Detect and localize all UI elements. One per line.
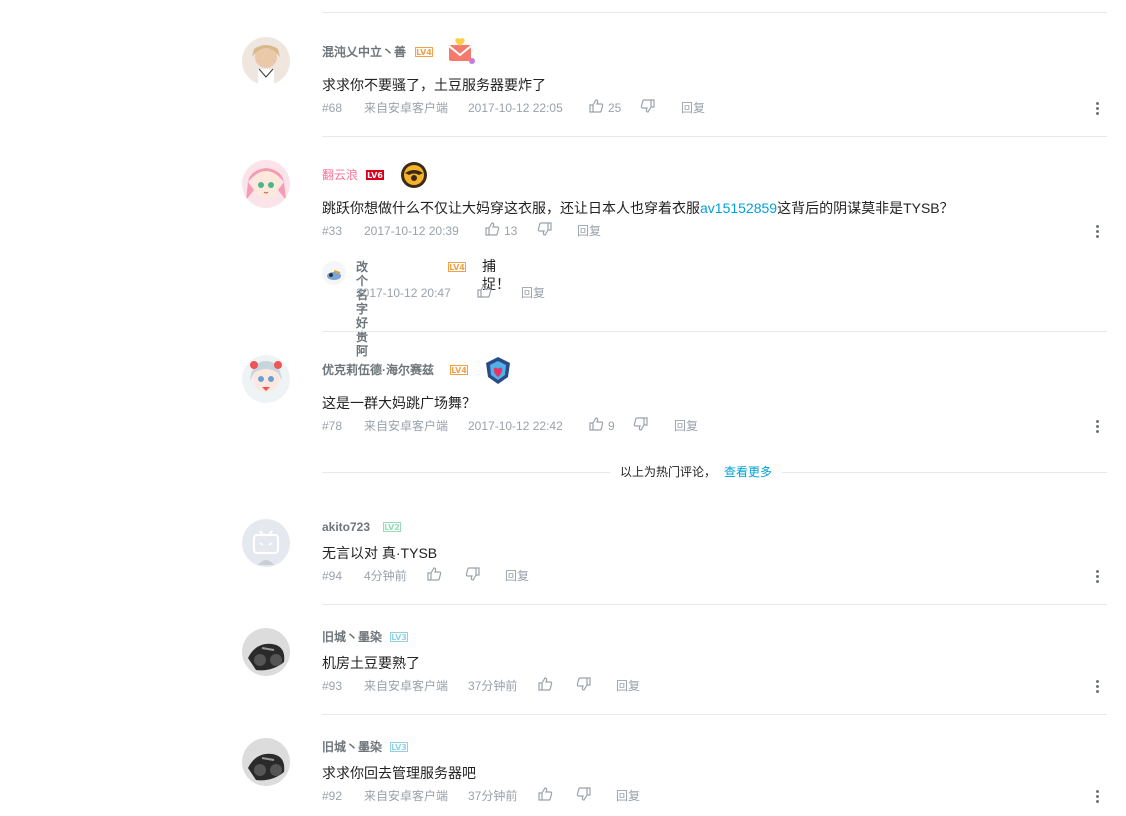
- reply-button[interactable]: 回复: [577, 224, 601, 238]
- timestamp: 2017-10-12 20:39: [364, 224, 459, 238]
- source-label: 来自安卓客户端: [364, 679, 449, 693]
- source-label: 来自安卓客户端: [364, 101, 449, 115]
- more-options-icon[interactable]: [1096, 102, 1100, 116]
- like-icon[interactable]: [426, 566, 442, 582]
- timestamp: 2017-10-12 20:47: [356, 286, 451, 300]
- username[interactable]: 优克莉伍德·海尔赛兹: [322, 363, 434, 377]
- reply-avatar[interactable]: [322, 261, 346, 285]
- level-badge: LV3: [390, 742, 408, 752]
- like-icon[interactable]: [537, 786, 553, 802]
- like-icon[interactable]: [588, 416, 604, 432]
- more-options-icon[interactable]: [1096, 570, 1100, 584]
- top-divider: [322, 12, 1107, 13]
- timestamp: 4分钟前: [364, 569, 407, 583]
- username[interactable]: 旧城丶墨染: [322, 740, 382, 754]
- username[interactable]: akito723: [322, 520, 370, 534]
- reply-button[interactable]: 回复: [616, 679, 640, 693]
- dislike-icon[interactable]: [576, 786, 592, 802]
- floor-number: #78: [322, 419, 343, 433]
- comment-text: 这是一群大妈跳广场舞？: [322, 395, 476, 411]
- level-badge: LV4: [448, 262, 466, 272]
- level-badge: LV4: [450, 365, 468, 375]
- floor-number: #92: [322, 789, 343, 803]
- reply-username[interactable]: 改个名字好贵阿: [356, 260, 368, 358]
- avatar[interactable]: [242, 738, 290, 786]
- avatar[interactable]: [242, 37, 290, 85]
- reply-button[interactable]: 回复: [521, 286, 545, 300]
- divider: [322, 136, 1107, 137]
- like-count: 9: [608, 419, 615, 433]
- like-count: 25: [608, 101, 622, 115]
- floor-number: #33: [322, 224, 343, 238]
- like-icon[interactable]: [537, 676, 553, 692]
- avatar[interactable]: [242, 160, 290, 208]
- more-options-icon[interactable]: [1096, 225, 1100, 239]
- dislike-icon[interactable]: [640, 98, 656, 114]
- avatar[interactable]: [242, 355, 290, 403]
- username[interactable]: 旧城丶墨染: [322, 630, 382, 644]
- avatar[interactable]: [242, 628, 290, 676]
- level-badge: LV6: [366, 170, 384, 180]
- comment-text: 机房土豆要熟了: [322, 655, 420, 671]
- divider: [322, 604, 1107, 605]
- dislike-icon[interactable]: [576, 676, 592, 692]
- like-icon[interactable]: [484, 221, 500, 237]
- comment-text: 无言以对 真·TYSB: [322, 545, 438, 561]
- avatar[interactable]: [242, 519, 290, 567]
- more-options-icon[interactable]: [1096, 790, 1100, 804]
- floor-number: #93: [322, 679, 343, 693]
- level-badge: LV4: [415, 47, 433, 57]
- fan-badge-icon: [401, 162, 427, 188]
- reply-button[interactable]: 回复: [505, 569, 529, 583]
- like-icon[interactable]: [476, 283, 492, 299]
- dislike-icon[interactable]: [465, 566, 481, 582]
- comment-text: 求求你回去管理服务器吧: [322, 765, 476, 781]
- timestamp: 37分钟前: [468, 789, 518, 803]
- username[interactable]: 翻云浪: [322, 168, 358, 182]
- more-options-icon[interactable]: [1096, 420, 1100, 434]
- comment-text: 跳跃你想做什么不仅让大妈穿这衣服，还让日本人也穿着衣服av15152859这背后…: [322, 200, 954, 216]
- fan-badge-icon: [448, 38, 475, 64]
- dislike-icon[interactable]: [537, 221, 553, 237]
- comment-text: 求求你不要骚了，土豆服务器要炸了: [322, 77, 546, 93]
- source-label: 来自安卓客户端: [364, 419, 449, 433]
- timestamp: 2017-10-12 22:05: [468, 101, 563, 115]
- like-icon[interactable]: [588, 98, 604, 114]
- level-badge: LV2: [383, 522, 401, 532]
- more-options-icon[interactable]: [1096, 680, 1100, 694]
- username[interactable]: 混沌乂中立丶善: [322, 45, 406, 59]
- source-label: 来自安卓客户端: [364, 789, 449, 803]
- hot-comments-label: 以上为热门评论， 查看更多: [610, 465, 783, 479]
- video-link[interactable]: av15152859: [700, 200, 777, 216]
- dislike-icon[interactable]: [633, 416, 649, 432]
- floor-number: #68: [322, 101, 343, 115]
- reply-button[interactable]: 回复: [674, 419, 698, 433]
- reply-button[interactable]: 回复: [681, 101, 705, 115]
- floor-number: #94: [322, 569, 343, 583]
- reply-button[interactable]: 回复: [616, 789, 640, 803]
- timestamp: 37分钟前: [468, 679, 518, 693]
- timestamp: 2017-10-12 22:42: [468, 419, 563, 433]
- divider: [322, 331, 1107, 332]
- level-badge: LV3: [390, 632, 408, 642]
- like-count: 13: [504, 224, 518, 238]
- fan-badge-icon: [486, 357, 510, 384]
- divider: [322, 714, 1107, 715]
- view-more-link[interactable]: 查看更多: [724, 465, 772, 479]
